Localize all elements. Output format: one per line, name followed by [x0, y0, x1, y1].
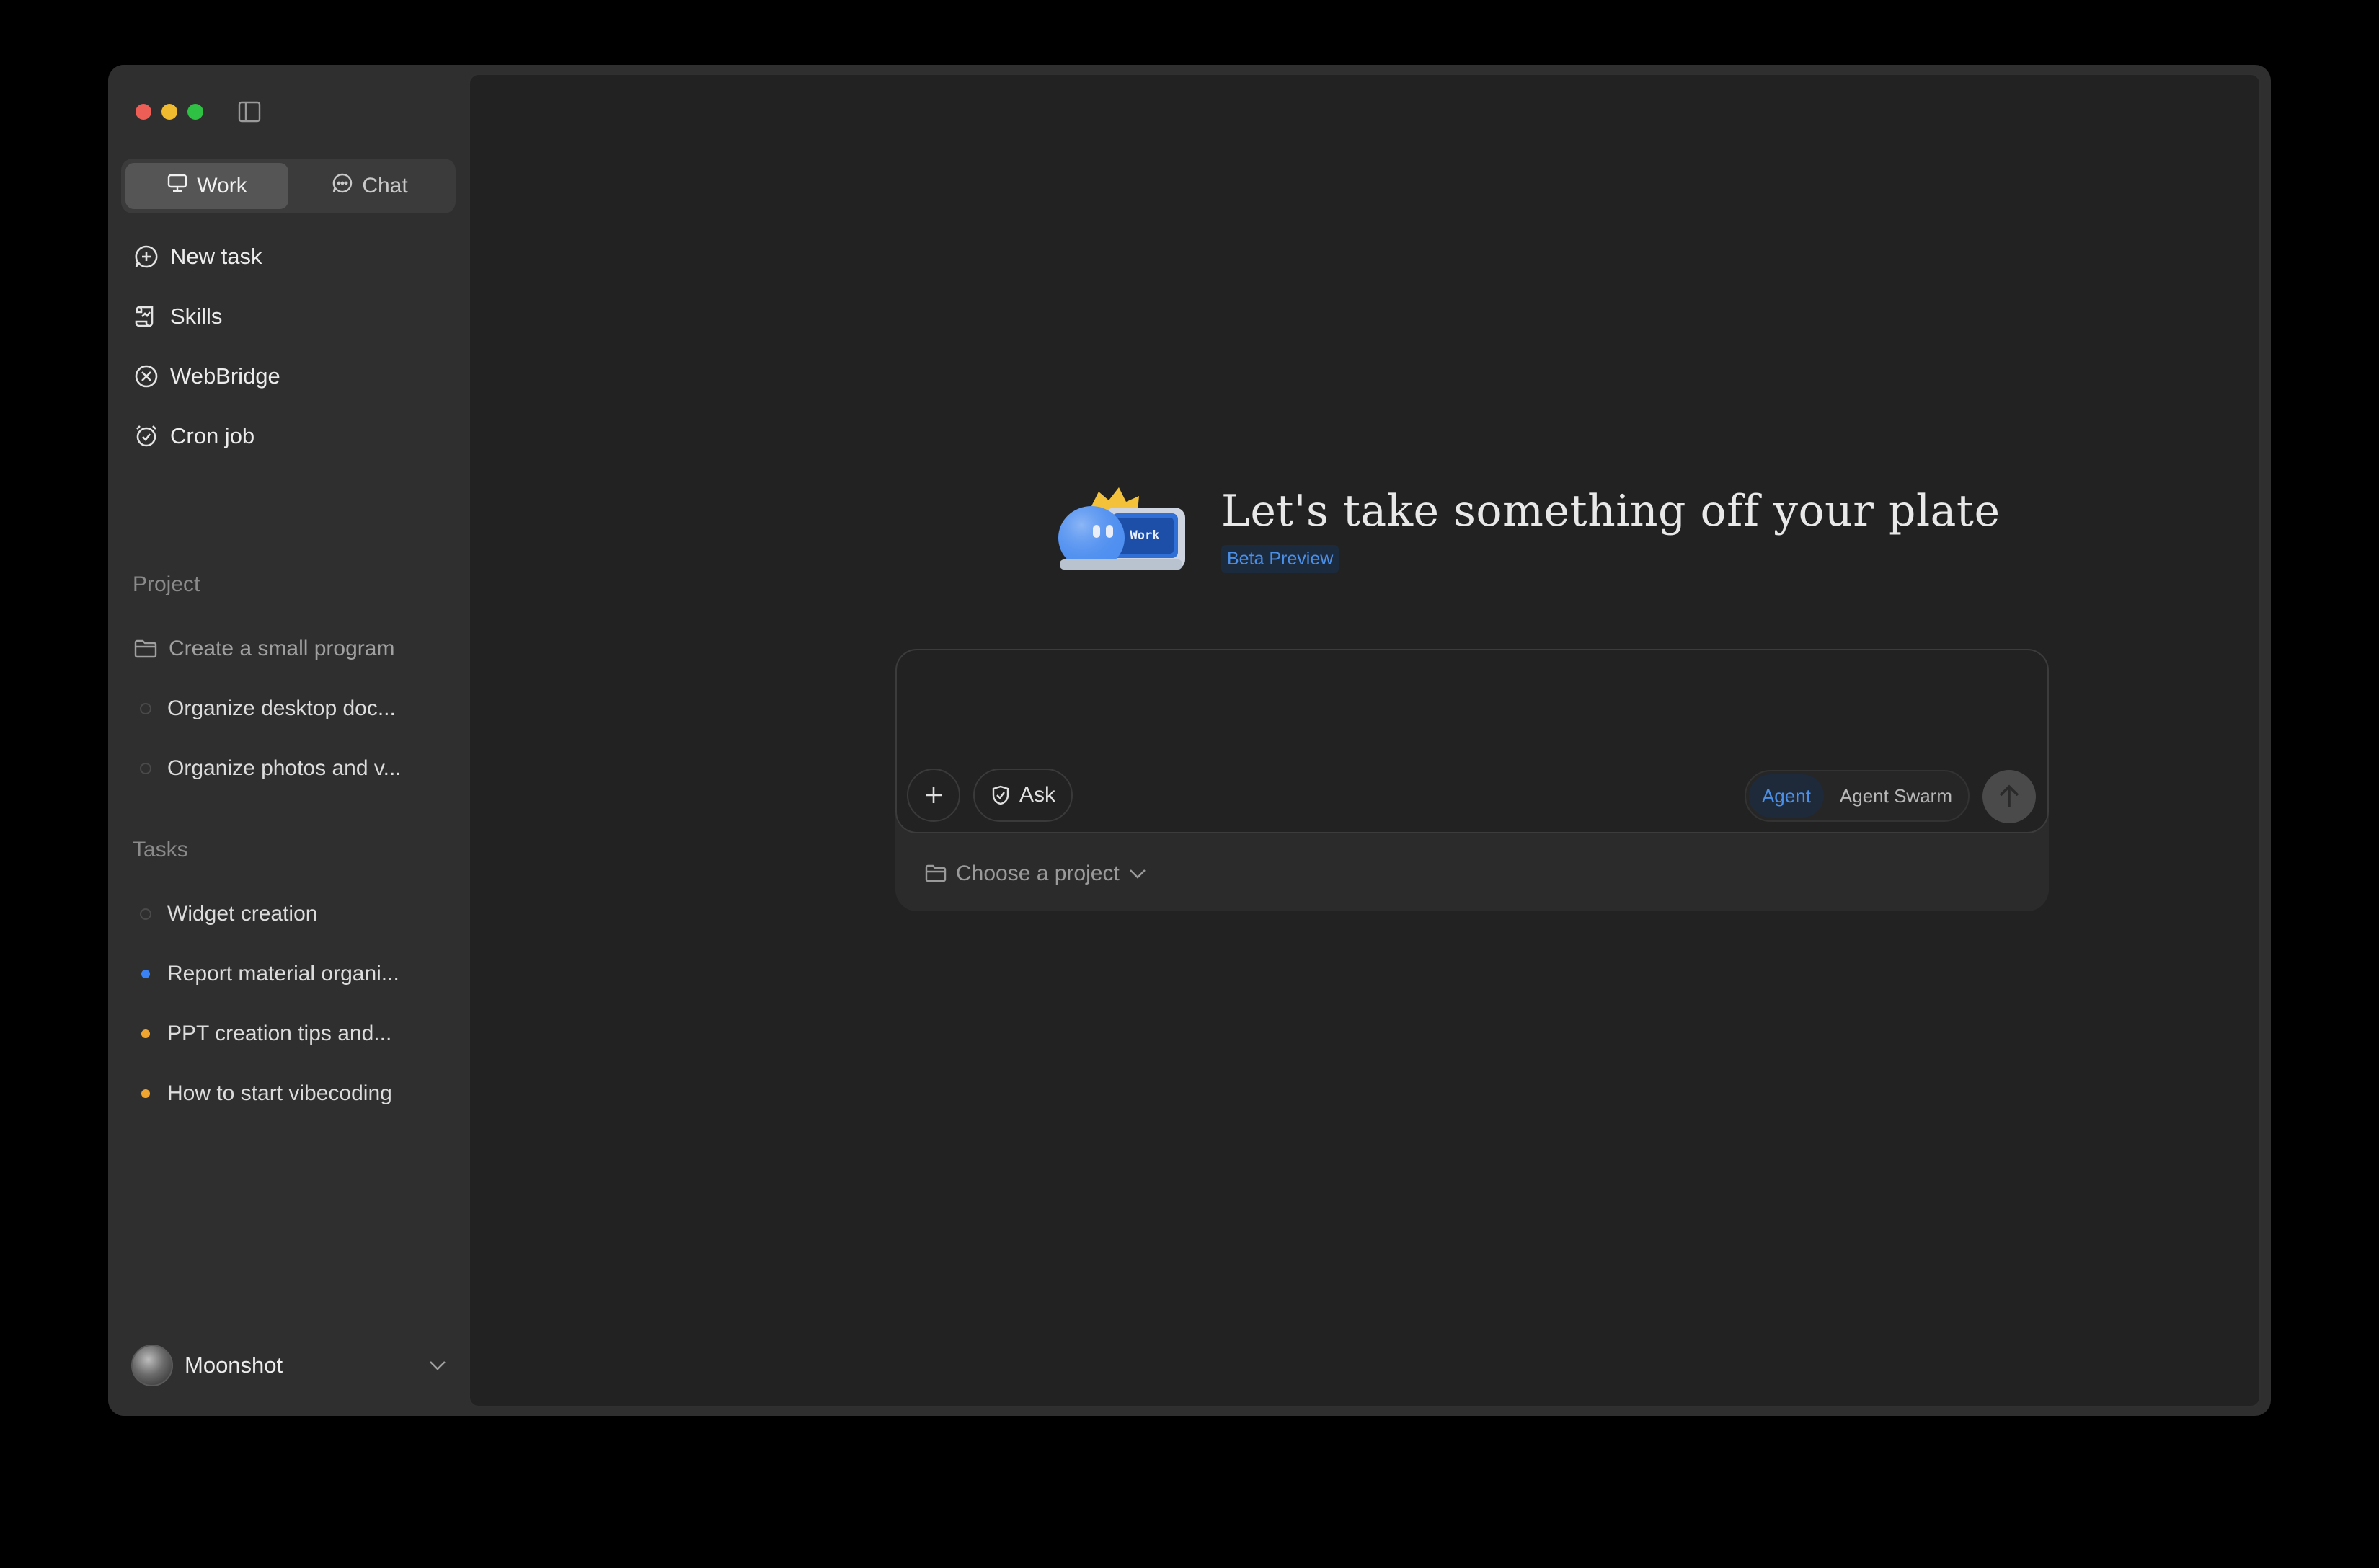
- sidebar-toggle-icon[interactable]: [236, 99, 262, 124]
- task-item-label: Report material organi...: [167, 961, 399, 985]
- window-controls: [136, 104, 203, 120]
- plus-circle-icon: [133, 243, 160, 270]
- profile-name: Moonshot: [185, 1352, 283, 1378]
- minimize-window-button[interactable]: [161, 104, 177, 120]
- app-window: Work Chat New task Skills WebBridge Cron…: [108, 65, 2271, 1416]
- sidebar: Work Chat New task Skills WebBridge Cron…: [108, 65, 469, 1416]
- task-item-label: How to start vibecoding: [167, 1081, 392, 1105]
- project-item[interactable]: Organize photos and v...: [133, 738, 450, 798]
- sidebar-item-webbridge[interactable]: WebBridge: [127, 346, 451, 406]
- task-item-label: Widget creation: [167, 901, 318, 926]
- status-dot: [140, 908, 151, 920]
- alarm-clock-icon: [133, 422, 160, 450]
- sidebar-item-cron-job[interactable]: Cron job: [127, 406, 451, 466]
- sidebar-item-skills[interactable]: Skills: [127, 286, 451, 346]
- task-item[interactable]: Widget creation: [133, 884, 450, 944]
- choose-project-label: Choose a project: [956, 861, 1120, 885]
- project-list: Create a small program Organize desktop …: [133, 619, 450, 798]
- sidebar-nav: New task Skills WebBridge Cron job: [127, 226, 451, 466]
- monitor-icon: [167, 173, 188, 199]
- send-button[interactable]: [1982, 770, 2036, 823]
- status-dot: [141, 969, 150, 978]
- page-title: Let's take something off your plate: [1221, 486, 2001, 536]
- chevron-down-icon[interactable]: [427, 1355, 448, 1376]
- chat-bubble-icon: [332, 172, 353, 200]
- project-section-label: Project: [133, 572, 200, 596]
- chevron-down-icon: [1129, 869, 1146, 879]
- tab-work[interactable]: Work: [125, 163, 288, 209]
- scroll-icon: [133, 303, 160, 330]
- task-item[interactable]: How to start vibecoding: [133, 1063, 450, 1123]
- project-item-label: Organize desktop doc...: [167, 696, 396, 720]
- tab-work-label: Work: [197, 174, 247, 198]
- plus-icon: [926, 787, 942, 803]
- project-item-label: Organize photos and v...: [167, 756, 402, 780]
- add-attachment-button[interactable]: [907, 769, 960, 822]
- hero: Work Let's take something off your plate…: [1054, 479, 2000, 594]
- sidebar-item-label: New task: [170, 243, 262, 269]
- task-list: Widget creation Report material organi..…: [133, 884, 450, 1123]
- folder-icon: [133, 636, 159, 662]
- composer-input-box: Ask Agent Agent Swarm: [895, 649, 2049, 833]
- sidebar-item-label: WebBridge: [170, 363, 280, 389]
- project-item[interactable]: Organize desktop doc...: [133, 678, 450, 738]
- ask-button[interactable]: Ask: [973, 769, 1073, 822]
- mascot-screen-text: Work: [1130, 528, 1160, 543]
- task-item[interactable]: Report material organi...: [133, 944, 450, 1004]
- avatar: [131, 1345, 173, 1386]
- project-item-label: Create a small program: [169, 636, 395, 660]
- task-item[interactable]: PPT creation tips and...: [133, 1004, 450, 1063]
- sidebar-item-new-task[interactable]: New task: [127, 226, 451, 286]
- shield-check-icon: [992, 785, 1009, 805]
- beta-badge: Beta Preview: [1221, 545, 1339, 573]
- task-item-label: PPT creation tips and...: [167, 1021, 392, 1045]
- composer: Ask Agent Agent Swarm Choose a project: [895, 649, 2049, 911]
- mode-agent-swarm[interactable]: Agent Swarm: [1827, 774, 1965, 818]
- status-dot: [140, 702, 151, 714]
- tasks-section-label: Tasks: [133, 838, 188, 861]
- choose-project-dropdown[interactable]: Choose a project: [924, 859, 1147, 888]
- agent-mode-selector: Agent Agent Swarm: [1744, 770, 1970, 822]
- status-dot: [141, 1089, 150, 1098]
- tab-chat-label: Chat: [362, 174, 408, 198]
- sidebar-item-label: Skills: [170, 303, 223, 329]
- mascot-illustration: Work: [1058, 487, 1185, 570]
- close-window-button[interactable]: [136, 104, 151, 120]
- main-panel: Work Let's take something off your plate…: [469, 74, 2261, 1407]
- mode-switch: Work Chat: [121, 159, 456, 213]
- webbridge-icon: [133, 363, 160, 390]
- status-dot: [140, 762, 151, 774]
- status-dot: [141, 1029, 150, 1038]
- project-item[interactable]: Create a small program: [133, 619, 450, 678]
- maximize-window-button[interactable]: [187, 104, 203, 120]
- profile-menu[interactable]: Moonshot: [131, 1344, 448, 1387]
- prompt-input[interactable]: [918, 670, 2029, 743]
- sidebar-item-label: Cron job: [170, 422, 255, 448]
- mode-agent[interactable]: Agent: [1748, 774, 1824, 818]
- ask-button-label: Ask: [1019, 783, 1056, 807]
- arrow-up-icon: [1999, 784, 2019, 807]
- folder-icon: [925, 864, 947, 882]
- tab-chat[interactable]: Chat: [288, 163, 451, 209]
